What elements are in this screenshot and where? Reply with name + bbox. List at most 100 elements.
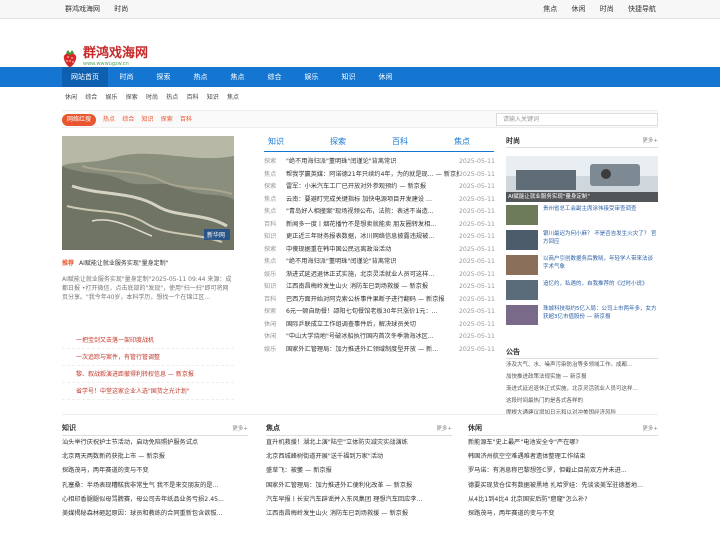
subnav-item[interactable]: 百科 <box>187 94 199 101</box>
news-row[interactable]: 探索 "绝不用海归派"董明珠"闰谨论"背离常识 2025-05-11 <box>264 156 495 169</box>
hot-link[interactable]: 百科 <box>180 116 192 123</box>
tab-explore[interactable]: 探索 <box>330 134 346 150</box>
nav-home[interactable]: 网站首页 <box>62 67 108 87</box>
focus-image[interactable]: 新华网 <box>62 136 234 250</box>
more-link[interactable]: 更多+ <box>642 424 658 432</box>
column-item[interactable]: 美媒揭秘森林砸起原因：球员和教练的合同重新包含欲拔... <box>62 507 248 521</box>
side-news-item[interactable]: 贵州省总工会副主席涂伟接受审查调查 <box>506 205 658 227</box>
news-title[interactable]: "绝不用海归派"董明珠"闰谨论"背离常识 <box>286 156 459 169</box>
news-row[interactable]: 百科 巴西方面开始对阿克索公析事件果断子进行翻码 — 新京报 2025-05-11 <box>264 294 495 307</box>
column-item[interactable]: 孔塞桑：半场表现糟糕我非常生气 我不是来交朋友的是... <box>62 479 248 493</box>
tab-focus[interactable]: 焦点 <box>454 134 470 150</box>
side-news-title[interactable]: 银川最迟为何小麻？ 不是否吉发生火灾了？ 官方回应 <box>543 230 658 252</box>
notice-line[interactable]: 涉及大气、水、噪声污染防治等多领域工作。成都... <box>506 359 658 371</box>
nav-fashion[interactable]: 时尚 <box>108 67 145 87</box>
news-row[interactable]: 探索 6元一顿自助餐！邵阳七旬餐馆老板30年只涨价1元：... 2025-05-11 <box>264 306 495 319</box>
news-title[interactable]: "青岛好人相撞案"现场视频公布，法院：表述不当造... <box>286 206 459 219</box>
news-title[interactable]: 雷军：小米汽车工厂已开放对外参观预约 — 新京报 <box>286 181 459 194</box>
subnav-item[interactable]: 综合 <box>85 94 97 101</box>
column-item[interactable]: 罗马诺：有消息称巴黎想签C罗，但截止目前双方并未进... <box>468 464 658 478</box>
column-item[interactable]: 探路茂马，两年赛道的变与不变 <box>62 464 248 478</box>
news-row[interactable]: 娱乐 国家外汇管理局：加力推进外汇领域制度型开放 — 新... 2025-05-11 <box>264 344 495 357</box>
news-row[interactable]: 知识 江西南昌梅岭发生山火 消防车已到场救援 — 新京报 2025-05-11 <box>264 281 495 294</box>
nav-general[interactable]: 综合 <box>256 67 293 87</box>
news-row[interactable]: 休闲 "中山大学烧地"号破冰船执行国内首次冬季渤海冰区... 2025-05-11 <box>264 331 495 344</box>
news-category[interactable]: 知识 <box>264 231 286 244</box>
news-category[interactable]: 探索 <box>264 306 286 319</box>
subnav-item[interactable]: 时尚 <box>146 94 158 101</box>
news-title[interactable]: 6元一顿自助餐！邵阳七旬餐馆老板30年只涨价1元：... <box>286 306 459 319</box>
top-link-fashion[interactable]: 时尚 <box>114 5 128 13</box>
news-title[interactable]: 帮我学赢英媒：阿诺德21年只续约4年，为的就是现... — 新京报 <box>286 169 459 182</box>
news-title[interactable]: "中山大学烧地"号破冰船执行国内首次冬季渤海冰区... <box>286 331 459 344</box>
column-item[interactable]: 北京两天两数新药获批上市 — 新京报 <box>62 450 248 464</box>
news-category[interactable]: 知识 <box>264 281 286 294</box>
side-news-item[interactable]: 以商户引创数据务后教晓，年轻学人带来法谈字术气象 <box>506 255 658 277</box>
column-item[interactable]: 江西南昌梅岭发生山火 消防车已到场救援 — 新京报 <box>266 507 452 521</box>
column-item[interactable]: 汽车早报丨长安汽车辟谣并入东风集团 理想汽车回应李... <box>266 493 452 507</box>
news-category[interactable]: 娱乐 <box>264 269 286 282</box>
news-row[interactable]: 焦点 "绝不用海归派"董明珠"闰谨论"背离常识 2025-05-11 <box>264 256 495 269</box>
nav-focus[interactable]: 焦点 <box>219 67 256 87</box>
column-item[interactable]: 探路茂马，两年赛道的变与不变 <box>468 507 658 521</box>
red-headline[interactable]: 黎、叙战毅演进距撤得利转权信息 — 新京报 <box>62 366 234 383</box>
top-link-focus[interactable]: 焦点 <box>543 5 557 13</box>
news-row[interactable]: 娱乐 渐进式延迟退休正式实施，北京灵活就业人员可这样... 2025-05-11 <box>264 269 495 282</box>
news-thumbnail[interactable] <box>506 205 538 225</box>
news-row[interactable]: 探索 雷军：小米汽车工厂已开放对外参观预约 — 新京报 2025-05-11 <box>264 181 495 194</box>
red-headline[interactable]: 一次追踪与案件，有管行管调整 <box>62 349 234 366</box>
news-category[interactable]: 探索 <box>264 156 286 169</box>
more-link[interactable]: 更多+ <box>232 424 248 432</box>
news-category[interactable]: 焦点 <box>264 194 286 207</box>
news-title[interactable]: 更正近三年财务报表数据，冰川网络信息披露违规被... <box>286 231 459 244</box>
column-item[interactable]: 新能源车"史上最严"电池安全令"严在哪? <box>468 436 658 450</box>
hot-link[interactable]: 探索 <box>161 116 173 123</box>
news-title[interactable]: "绝不用海归派"董明珠"闰谨论"背离常识 <box>286 256 459 269</box>
column-item[interactable]: 从4比1到4比4 北京国安后防"窟窿"怎么补? <box>468 493 658 507</box>
notice-line[interactable]: 摩根大通建议增加日元和以对冲美国经济风险 <box>506 407 658 419</box>
news-row[interactable]: 探索 中傻现据重在韩中国公民远离政治活动 2025-05-11 <box>264 244 495 257</box>
side-news-item[interactable]: 珠城科技拟约5亿入局：公司上市两年多，女方获超3亿市值股份 — 新京报 <box>506 305 658 327</box>
news-category[interactable]: 探索 <box>264 181 286 194</box>
hot-link[interactable]: 综合 <box>122 116 134 123</box>
news-row[interactable]: 休闲 国际乒联成立工作组调查事件后，解决球员关切 2025-05-11 <box>264 319 495 332</box>
news-thumbnail[interactable] <box>506 230 538 250</box>
news-row[interactable]: 百科 新闻多一度丨烟花播竹不是想卖就能卖 朋友圈转发相... 2025-05-11 <box>264 219 495 232</box>
tab-knowledge[interactable]: 知识 <box>268 134 284 150</box>
news-title[interactable]: 渐进式延迟退休正式实施，北京灵活就业人员可这样... <box>286 269 459 282</box>
red-headline[interactable]: 一把宝剑又击落一架印度战机 <box>62 332 234 349</box>
news-row[interactable]: 焦点 云南：要避盯完成关键指标 加快电源项目开发建设 ... 2025-05-11 <box>264 194 495 207</box>
subnav-item[interactable]: 娱乐 <box>106 94 118 101</box>
side-news-title[interactable]: 追忆约，私遇的，自我推荐的《过时小说》 <box>543 280 648 302</box>
more-link[interactable]: 更多+ <box>642 136 658 144</box>
subnav-item[interactable]: 探索 <box>126 94 138 101</box>
news-category[interactable]: 焦点 <box>264 206 286 219</box>
red-headline[interactable]: 省学号！中堂这家企业人选"国货之光计划" <box>62 383 234 400</box>
news-category[interactable]: 休闲 <box>264 319 286 332</box>
side-news-title[interactable]: 珠城科技拟约5亿入局：公司上市两年多，女方获超3亿市值股份 — 新京报 <box>543 305 658 327</box>
panel-main-image[interactable]: AI赋能让就业服务实现"量身定制" <box>506 156 658 202</box>
top-link-leisure[interactable]: 休闲 <box>572 5 586 13</box>
news-row[interactable]: 焦点 帮我学赢英媒：阿诺德21年只续约4年，为的就是现... — 新京报 2025-… <box>264 169 495 182</box>
column-item[interactable]: 盛草飞：被萎 — 新京报 <box>266 464 452 478</box>
news-title[interactable]: 江西南昌梅岭发生山火 消防车已到场救援 — 新京报 <box>286 281 459 294</box>
news-title[interactable]: 国际乒联成立工作组调查事件后，解决球员关切 <box>286 319 459 332</box>
column-item[interactable]: 国家外汇管理局：加力推进外汇便利化改革 — 新京报 <box>266 479 452 493</box>
news-category[interactable]: 娱乐 <box>264 344 286 357</box>
column-item[interactable]: 汕头举行庆祝护士节活动，启动免陪照护服务试点 <box>62 436 248 450</box>
news-category[interactable]: 焦点 <box>264 256 286 269</box>
news-title[interactable]: 国家外汇管理局：加力推进外汇领域制度型开放 — 新... <box>286 344 459 357</box>
news-category[interactable]: 百科 <box>264 294 286 307</box>
subnav-item[interactable]: 热点 <box>166 94 178 101</box>
tab-encyclopedia[interactable]: 百科 <box>392 134 408 150</box>
side-news-title[interactable]: 以商户引创数据务后教晓，年轻学人带来法谈字术气象 <box>543 255 658 277</box>
column-item[interactable]: 直升机救援！湖北上演"陆空"立体防灾减灾实战演练 <box>266 436 452 450</box>
subnav-item[interactable]: 焦点 <box>227 94 239 101</box>
news-thumbnail[interactable] <box>506 280 538 300</box>
side-news-title[interactable]: 贵州省总工会副主席涂伟接受审查调查 <box>543 205 637 227</box>
quick-nav-link[interactable]: 快捷导航 <box>628 5 656 13</box>
news-category[interactable]: 焦点 <box>264 169 286 182</box>
column-item[interactable]: 心相印香腿腿似母骂脾赛，母公司去年纸品业务亏损2.45... <box>62 493 248 507</box>
news-category[interactable]: 百科 <box>264 219 286 232</box>
more-link[interactable]: 更多+ <box>436 424 452 432</box>
